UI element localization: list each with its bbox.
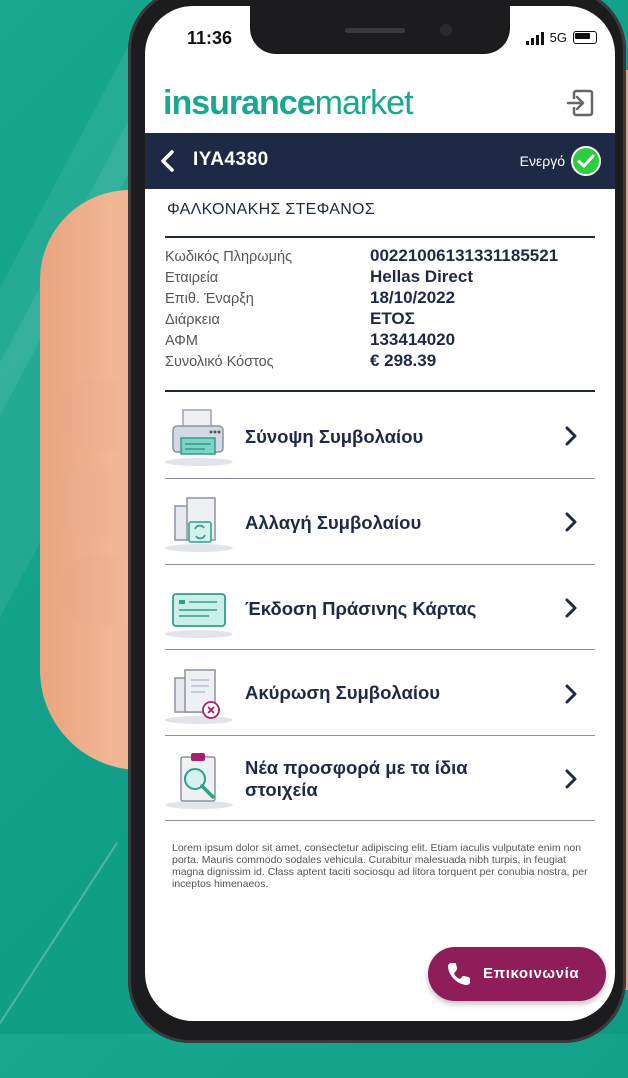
signal-icon — [525, 31, 544, 45]
plate-number: ΙΥΑ4380 — [193, 149, 269, 170]
divider — [165, 390, 595, 392]
printer-icon — [165, 409, 233, 466]
logout-icon[interactable] — [565, 88, 595, 118]
phone-icon — [448, 963, 470, 985]
menu-item-green-card[interactable]: Έκδοση Πράσινης Κάρτας — [165, 566, 595, 650]
speaker — [345, 28, 405, 33]
detail-value: 133414020 — [370, 330, 456, 349]
app-logo: insurancemarket — [163, 84, 414, 123]
detail-value: Hellas Direct — [370, 267, 473, 286]
menu-item-label: Αλλαγή Συμβολαίου — [245, 512, 422, 533]
detail-label: ΑΦΜ — [165, 333, 198, 349]
detail-label: Κωδικός Πληρωμής — [165, 249, 293, 265]
status-indicators: 5G — [525, 30, 597, 45]
menu-item-label: Σύνοψη Συμβολαίου — [245, 426, 424, 447]
logo-bold: insurance — [163, 84, 316, 122]
divider — [165, 735, 595, 736]
divider — [165, 478, 595, 479]
camera — [440, 24, 452, 36]
network-label: 5G — [549, 30, 567, 45]
detail-label: Συνολικό Κόστος — [165, 354, 274, 370]
detail-values: 00221006131331185521 Hellas Direct 18/10… — [370, 245, 558, 371]
detail-value: € 298.39 — [370, 351, 437, 370]
document-cancel-icon — [165, 669, 233, 724]
detail-label: Επιθ. Έναρξη — [165, 291, 254, 307]
detail-value: ΕΤΟΣ — [370, 309, 415, 328]
detail-value: 00221006131331185521 — [370, 246, 559, 265]
divider — [165, 564, 595, 565]
menu-item-policy-summary[interactable]: Σύνοψη Συμβολαίου — [165, 394, 595, 478]
phone-screen: 11:36 5G insurancemarket ΙΥΑ4380 Ενεργό … — [145, 6, 615, 1021]
contact-button[interactable]: Επικοινωνία — [428, 947, 606, 1001]
green-card-icon — [165, 593, 233, 638]
divider — [165, 820, 595, 821]
detail-label: Εταιρεία — [165, 270, 219, 286]
menu-item-label: Έκδοση Πράσινης Κάρτας — [245, 598, 477, 619]
chevron-right-icon — [565, 769, 577, 789]
detail-labels: Κωδικός Πληρωμής Εταιρεία Επιθ. Έναρξη Δ… — [165, 247, 292, 373]
detail-value: 18/10/2022 — [370, 288, 456, 307]
logo-light: market — [314, 84, 414, 122]
divider — [165, 649, 595, 650]
clipboard-search-icon — [165, 753, 233, 809]
chevron-right-icon — [565, 512, 577, 532]
active-check-icon — [571, 146, 601, 176]
chevron-right-icon — [565, 684, 577, 704]
battery-icon — [573, 31, 597, 44]
title-bar: ΙΥΑ4380 Ενεργό — [145, 133, 615, 189]
menu-item-cancel-policy[interactable]: Ακύρωση Συμβολαίου — [165, 652, 595, 736]
menu-item-change-policy[interactable]: Αλλαγή Συμβολαίου — [165, 480, 595, 564]
phone-notch — [250, 6, 510, 54]
disclaimer-text: Lorem ipsum dolor sit amet, consectetur … — [172, 842, 588, 890]
menu-item-label: Ακύρωση Συμβολαίου — [245, 682, 441, 703]
owner-name: ΦΑΛΚΟΝΑΚΗΣ ΣΤΕΦΑΝΟΣ — [167, 201, 375, 218]
chevron-right-icon — [565, 426, 577, 446]
status-time: 11:36 — [187, 28, 233, 48]
status-label: Ενεργό — [519, 153, 565, 169]
background-line — [0, 842, 119, 1078]
document-refresh-icon — [165, 497, 233, 552]
detail-label: Διάρκεια — [165, 312, 220, 328]
chevron-right-icon — [565, 598, 577, 618]
menu-item-new-offer[interactable]: Νέα προσφορά με τα ίδια στοιχεία — [165, 737, 595, 821]
back-chevron-icon[interactable] — [159, 149, 175, 173]
menu-item-label: Νέα προσφορά με τα ίδια στοιχεία — [245, 757, 468, 800]
divider — [165, 236, 595, 238]
contact-label: Επικοινωνία — [483, 965, 580, 982]
